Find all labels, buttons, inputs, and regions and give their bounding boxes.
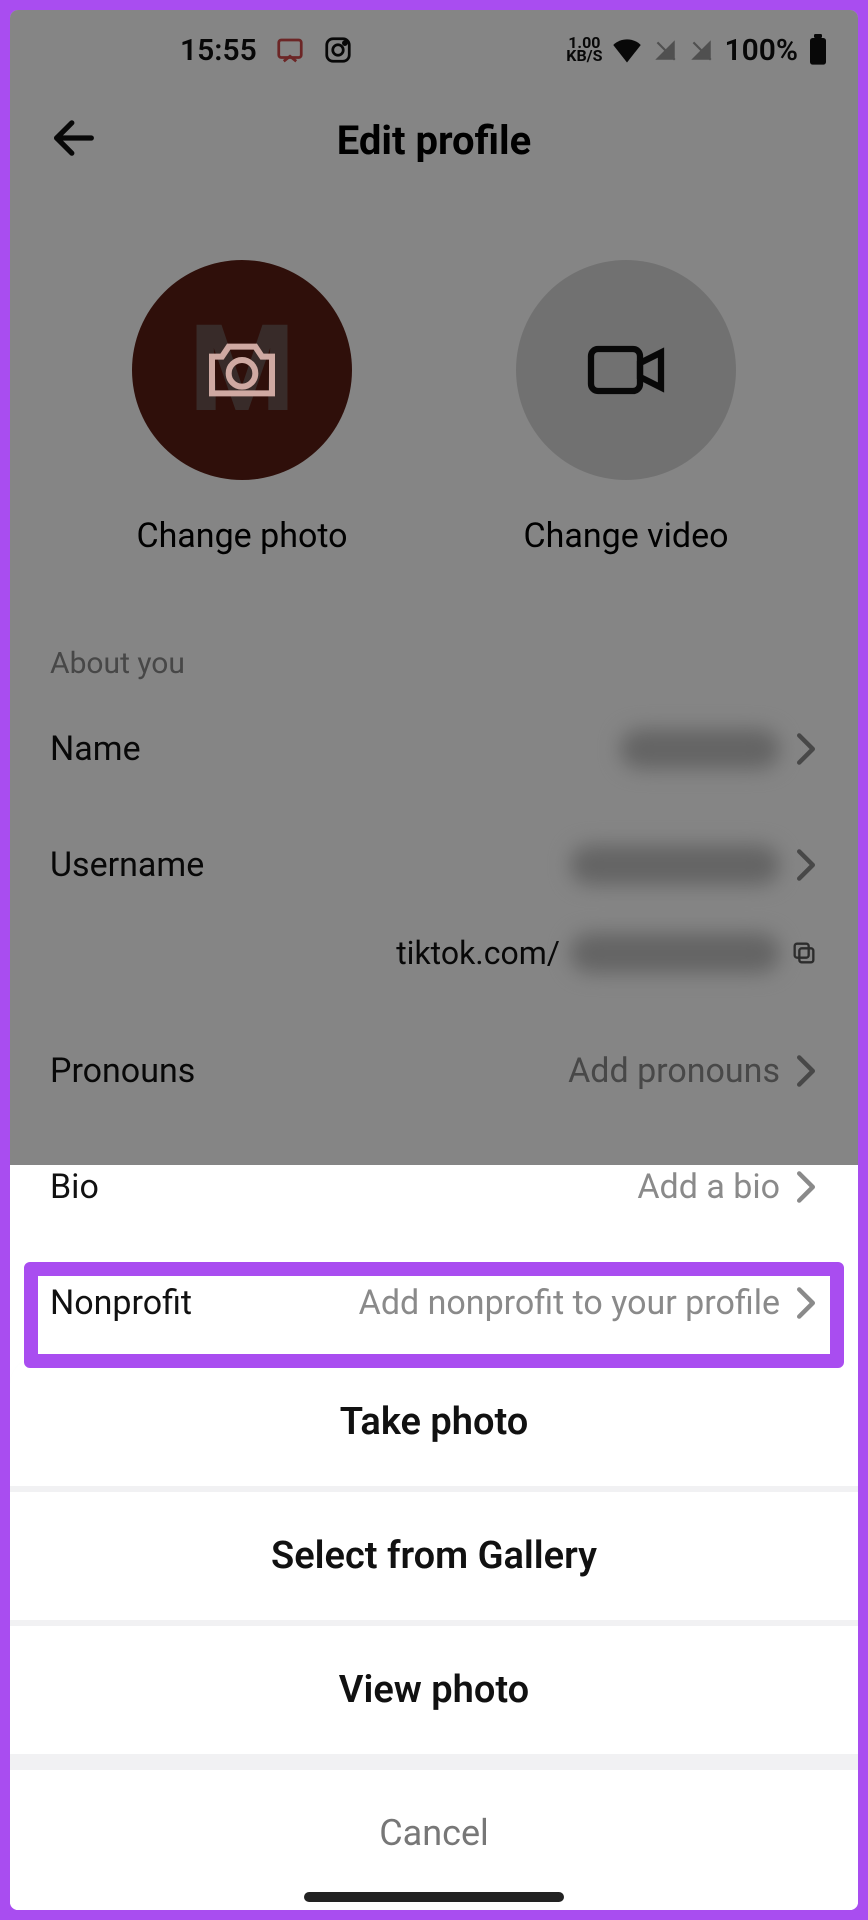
chevron-right-icon: [794, 1170, 818, 1204]
chevron-right-icon: [794, 1054, 818, 1088]
screen-content: 15:55 1.00 KB/S: [10, 10, 858, 1361]
battery-percent: 100%: [724, 33, 798, 68]
row-pronouns[interactable]: Pronouns Add pronouns: [10, 1013, 858, 1129]
pronouns-label: Pronouns: [50, 1051, 195, 1091]
status-time: 15:55: [180, 33, 257, 68]
profile-video-avatar: [516, 260, 736, 480]
row-name[interactable]: Name: [10, 691, 858, 807]
app-header: Edit profile: [10, 90, 858, 190]
pronouns-value: Add pronouns: [568, 1051, 780, 1091]
bio-value: Add a bio: [637, 1167, 780, 1207]
change-photo[interactable]: M Change photo: [132, 260, 352, 556]
select-from-gallery-option[interactable]: Select from Gallery: [10, 1492, 858, 1620]
back-button[interactable]: [48, 112, 100, 168]
about-you-heading: About you: [10, 596, 858, 691]
cancel-option[interactable]: Cancel: [10, 1770, 858, 1910]
data-speed: 1.00 KB/S: [566, 37, 602, 63]
photo-action-sheet: Take photo Select from Gallery View phot…: [10, 1358, 858, 1910]
name-value-redacted: [620, 729, 780, 769]
chevron-right-icon: [794, 1286, 818, 1320]
chevron-right-icon: [794, 848, 818, 882]
profile-link-prefix: tiktok.com/: [396, 934, 560, 972]
name-label: Name: [50, 729, 141, 769]
username-label: Username: [50, 845, 204, 885]
cast-icon: [275, 35, 305, 65]
take-photo-option[interactable]: Take photo: [10, 1358, 858, 1486]
row-bio[interactable]: Bio Add a bio: [10, 1129, 858, 1245]
nonprofit-label: Nonprofit: [50, 1283, 192, 1323]
change-video-label: Change video: [523, 516, 728, 556]
sim1-icon: [652, 37, 678, 63]
change-photo-label: Change photo: [136, 516, 347, 556]
status-bar: 15:55 1.00 KB/S: [10, 10, 858, 90]
wifi-icon: [612, 37, 642, 63]
row-username[interactable]: Username: [10, 807, 858, 923]
username-value-redacted: [570, 845, 780, 885]
instagram-icon: [323, 35, 353, 65]
sim2-icon: [688, 37, 714, 63]
view-photo-option[interactable]: View photo: [10, 1626, 858, 1754]
bio-label: Bio: [50, 1167, 99, 1207]
copy-icon[interactable]: [790, 939, 818, 967]
profile-link-redacted: [570, 933, 780, 973]
media-section: M Change photo Change video: [10, 190, 858, 596]
chevron-right-icon: [794, 732, 818, 766]
row-nonprofit[interactable]: Nonprofit Add nonprofit to your profile: [10, 1245, 858, 1361]
home-indicator[interactable]: [304, 1892, 564, 1902]
profile-photo-avatar: M: [132, 260, 352, 480]
page-title: Edit profile: [337, 117, 531, 164]
app-frame: 15:55 1.00 KB/S: [10, 10, 858, 1910]
row-profile-link[interactable]: tiktok.com/: [10, 923, 858, 1013]
change-video[interactable]: Change video: [516, 260, 736, 556]
battery-icon: [808, 34, 828, 66]
nonprofit-value: Add nonprofit to your profile: [359, 1283, 780, 1323]
